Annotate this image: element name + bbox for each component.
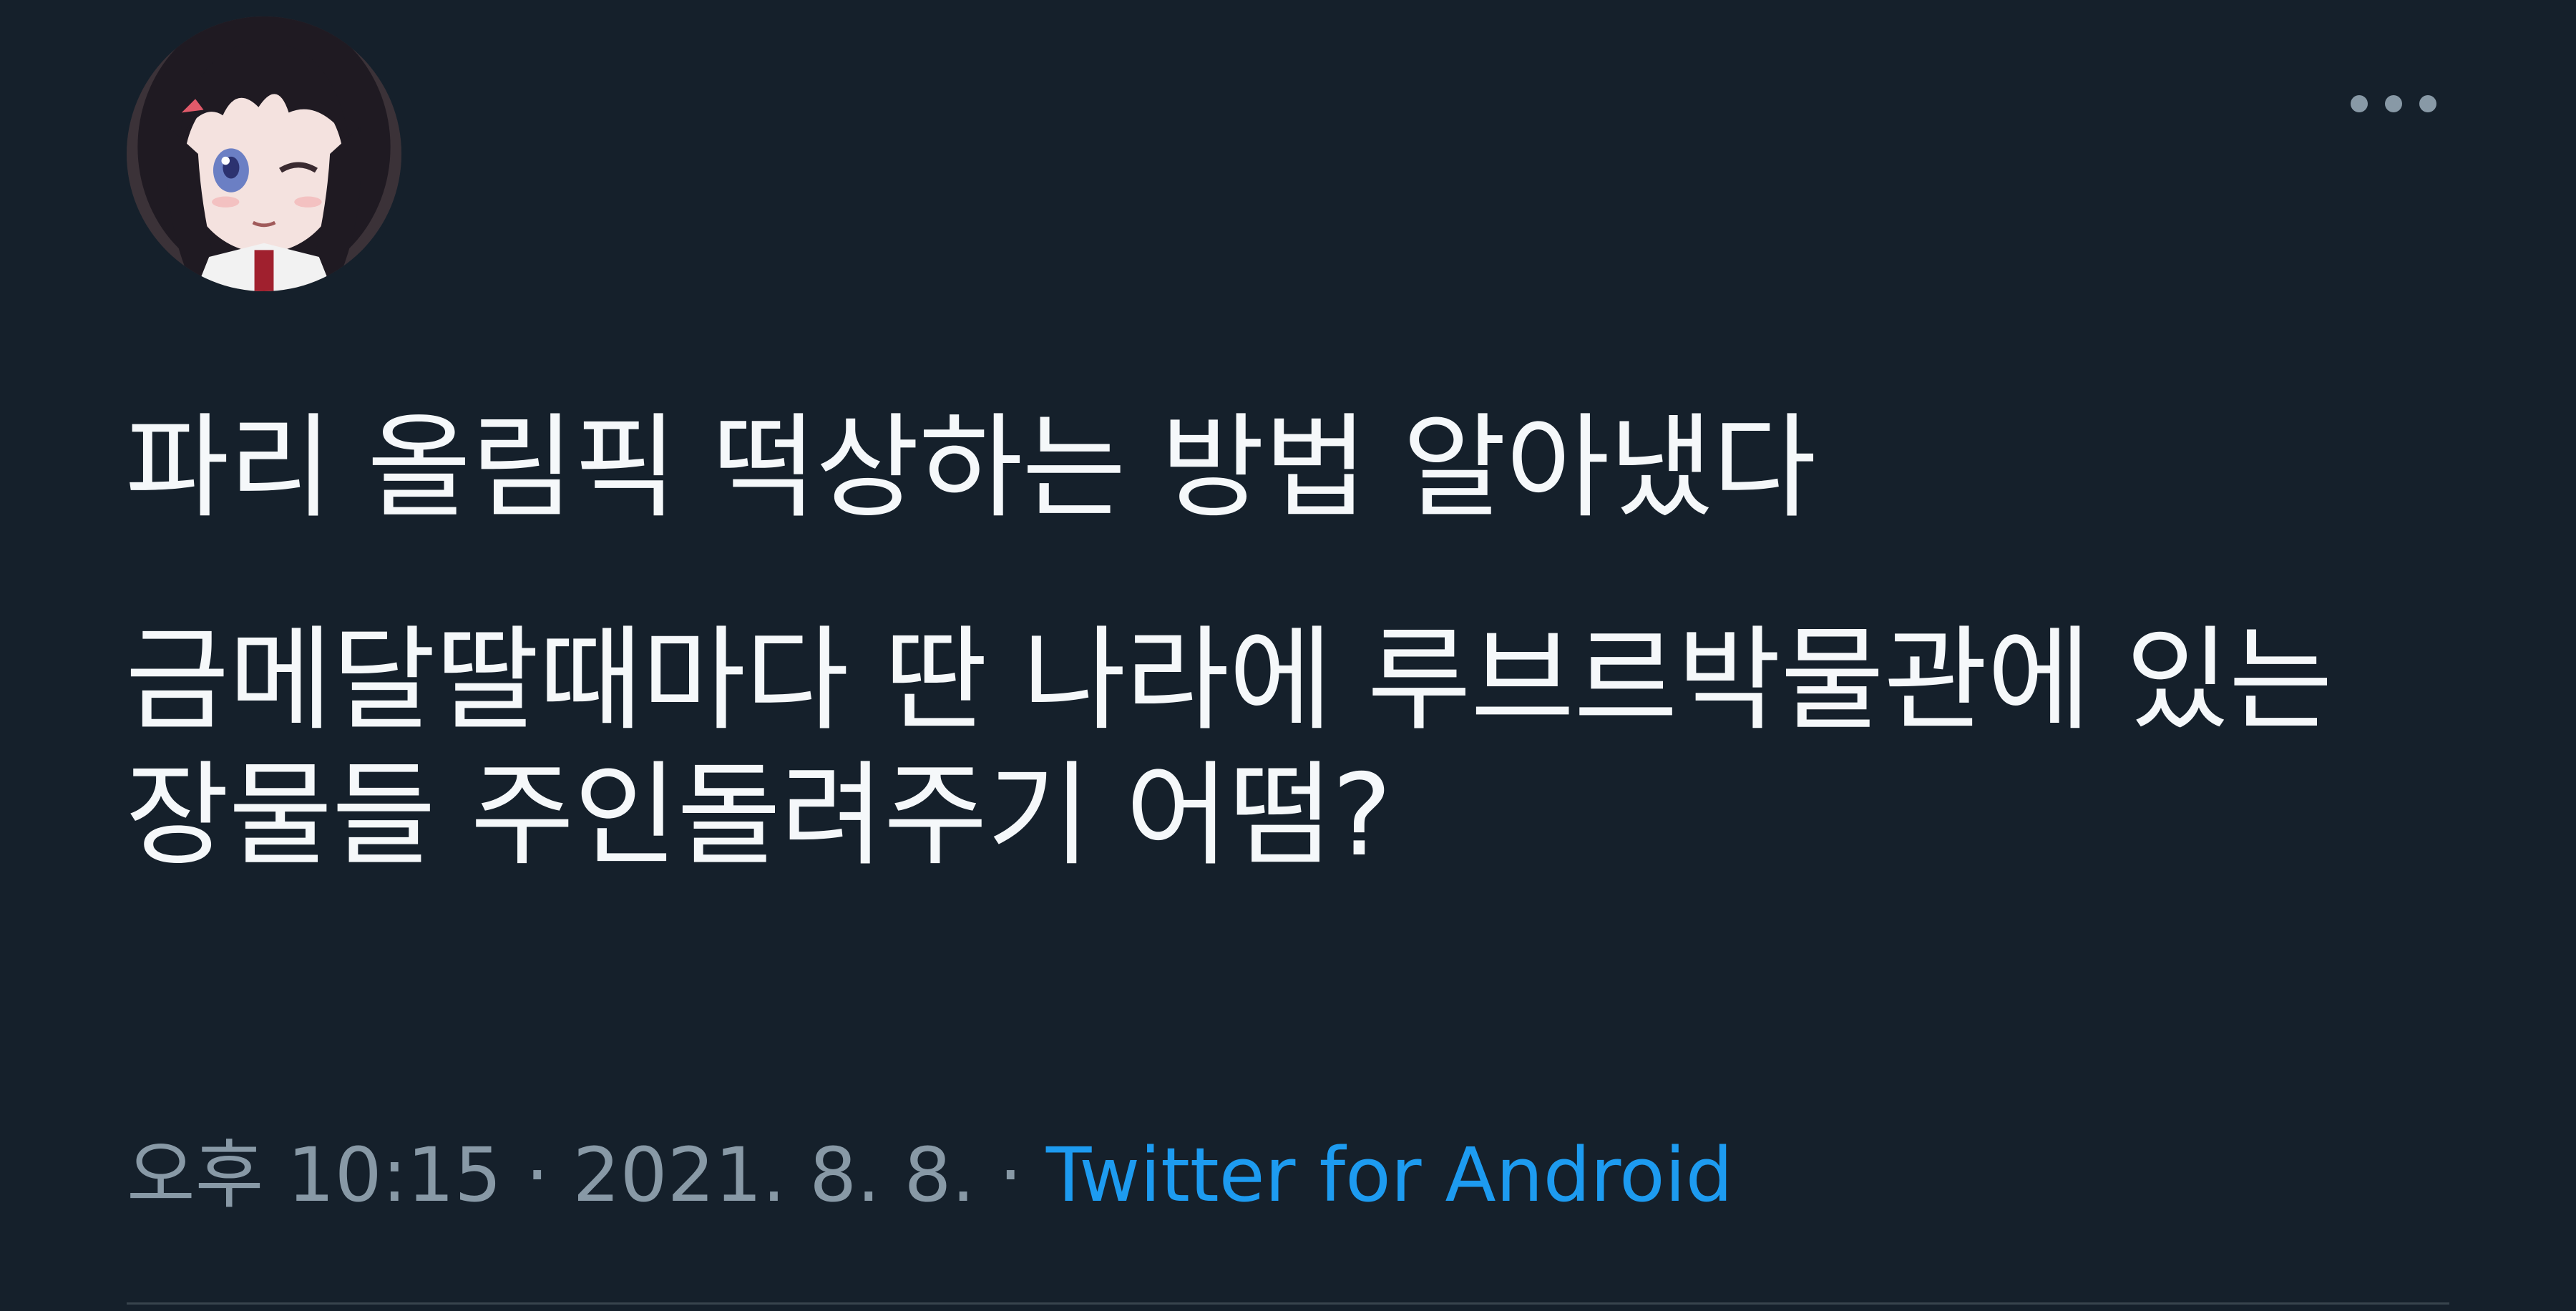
tweet-time[interactable]: 오후 10:15 <box>127 1131 502 1219</box>
tweet-card: 파리 올림픽 떡상하는 방법 알아냈다 금메달딸때마다 딴 나라에 루브르박물관… <box>0 0 2576 1311</box>
tweet-metadata: 오후 10:15 · 2021. 8. 8. · Twitter for And… <box>127 1131 1733 1220</box>
tweet-source-link[interactable]: Twitter for Android <box>1046 1131 1733 1219</box>
tweet-text-line: 금메달딸때마다 딴 나라에 루브르박물관에 있는 <box>125 614 2333 746</box>
avatar[interactable] <box>127 16 401 291</box>
meta-separator: · <box>525 1131 550 1219</box>
avatar-image <box>127 16 401 291</box>
tweet-date[interactable]: 2021. 8. 8. <box>572 1131 975 1219</box>
tweet-text: 파리 올림픽 떡상하는 방법 알아냈다 금메달딸때마다 딴 나라에 루브르박물관… <box>125 401 2487 884</box>
more-horizontal-icon <box>2351 95 2436 112</box>
divider <box>127 1302 2449 1305</box>
meta-separator: · <box>998 1131 1023 1219</box>
tweet-text-line: 장물들 주인돌려주기 어떰? <box>125 750 1392 882</box>
more-options-button[interactable] <box>2340 79 2447 129</box>
tweet-text-line: 파리 올림픽 떡상하는 방법 알아냈다 <box>125 402 1816 534</box>
